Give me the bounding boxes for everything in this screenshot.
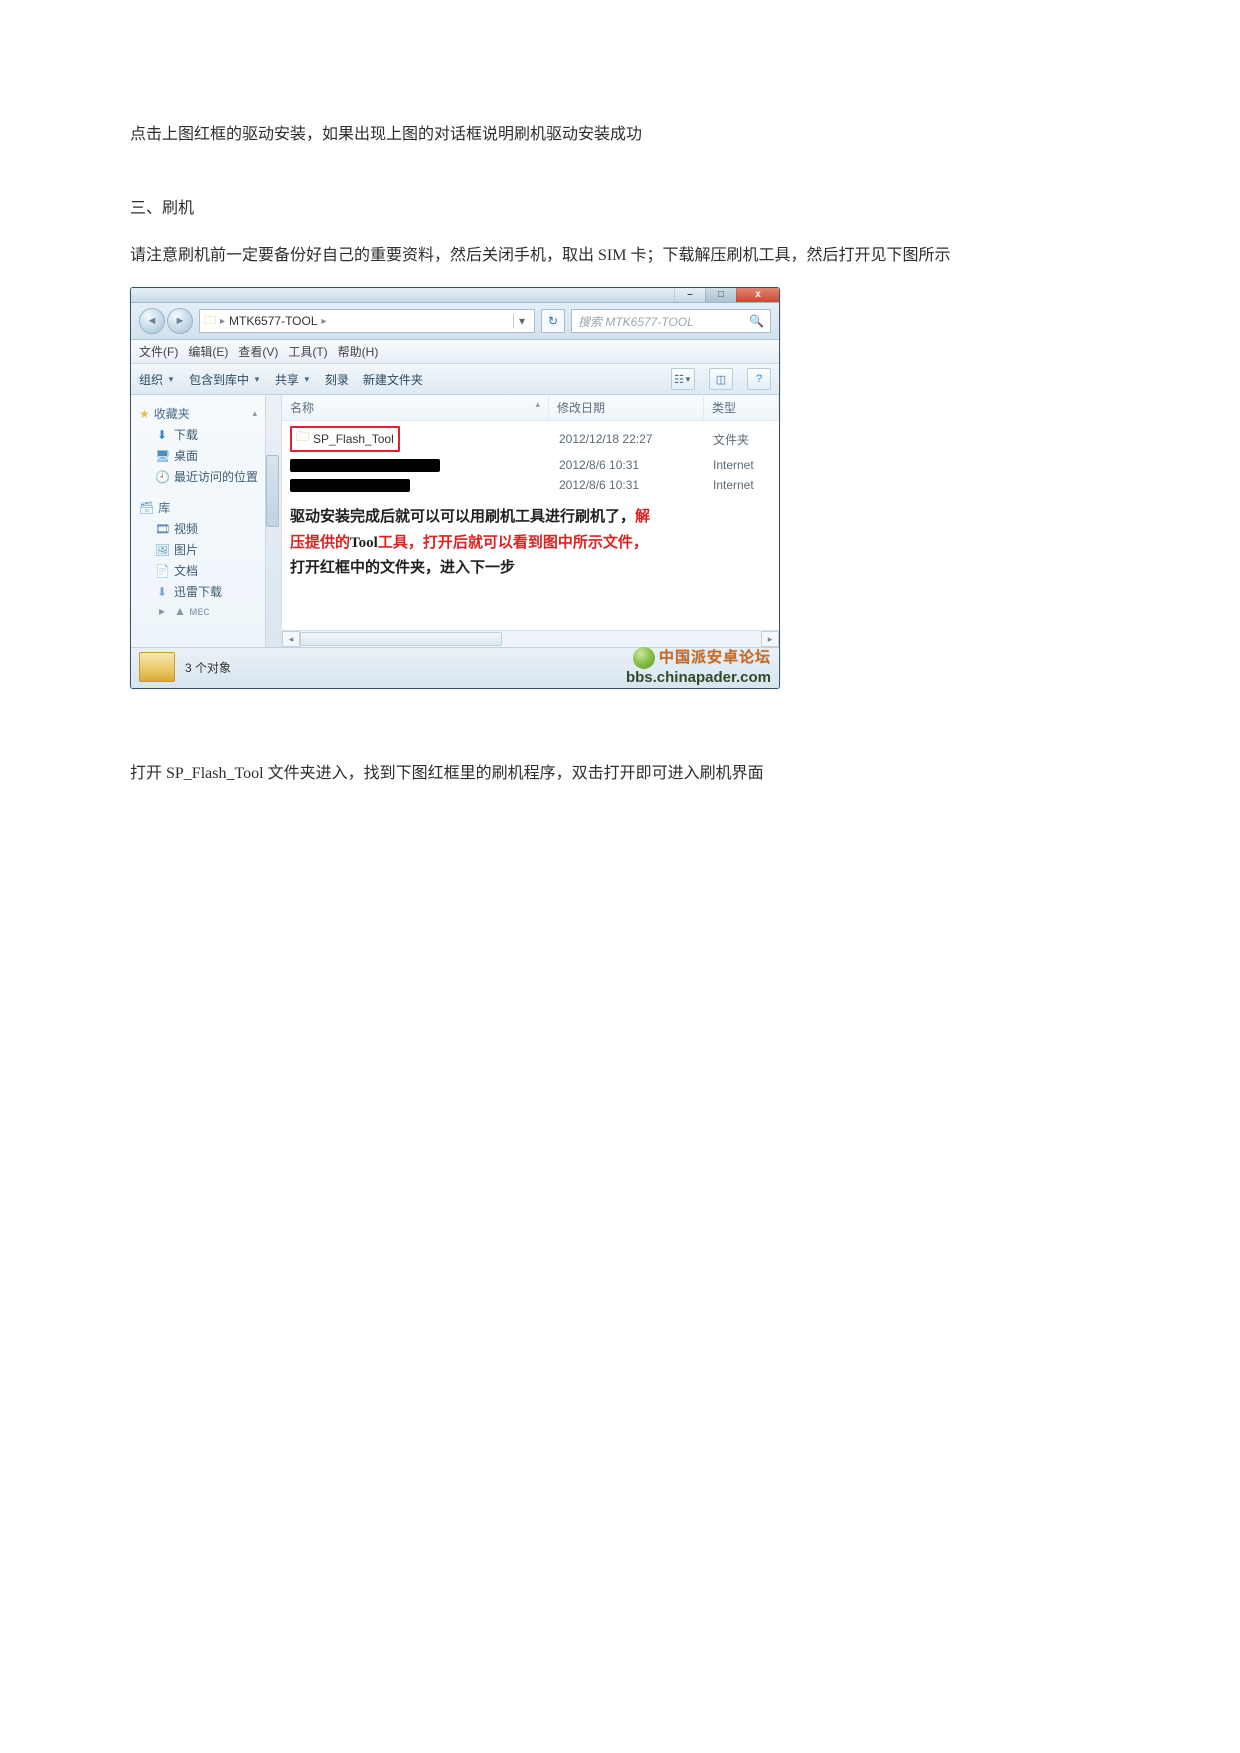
sidebar-favorites-header[interactable]: ★ 收藏夹 ▴ (139, 403, 275, 424)
status-folder-icon (139, 652, 175, 682)
sidebar-item-pictures[interactable]: 🖼 图片 (139, 539, 275, 560)
navigation-sidebar: ★ 收藏夹 ▴ ⬇ 下载 🖥 桌面 🕘 最近访问的位置 (131, 395, 282, 647)
toolbar-organize[interactable]: 组织▼ (139, 371, 175, 388)
scroll-right-icon[interactable]: ▸ (761, 631, 779, 647)
paragraph-driver-success: 点击上图红框的驱动安装，如果出现上图的对话框说明刷机驱动安装成功 (130, 120, 1110, 150)
column-type[interactable]: 类型 (704, 395, 779, 420)
generic-icon: ▸ (155, 604, 169, 618)
chevron-right-icon: ▸ (322, 316, 327, 327)
nav-forward-button[interactable]: ► (167, 308, 193, 334)
file-date: 2012/12/18 22:27 (551, 430, 705, 448)
file-name: SP_Flash_Tool (313, 432, 394, 446)
sidebar-item-recent[interactable]: 🕘 最近访问的位置 (139, 466, 275, 487)
menu-tools[interactable]: 工具(T) (288, 343, 327, 360)
overlay-annotation: 驱动安装完成后就可以可以用刷机工具进行刷机了，解 压提供的Tool工具，打开后就… (290, 505, 769, 582)
folder-icon: 🗀 (204, 311, 216, 332)
menu-file[interactable]: 文件(F) (139, 343, 178, 360)
breadcrumb-dropdown-icon[interactable]: ▾ (513, 314, 530, 328)
view-mode-button[interactable]: ☷ ▼ (671, 368, 695, 390)
file-type: 文件夹 (705, 429, 779, 450)
menu-edit[interactable]: 编辑(E) (188, 343, 228, 360)
chevron-right-icon: ▸ (220, 316, 225, 327)
file-date: 2012/8/6 10:31 (551, 476, 705, 494)
file-type: Internet (705, 456, 779, 474)
menu-help[interactable]: 帮助(H) (338, 343, 379, 360)
picture-icon: 🖼 (155, 543, 169, 557)
status-bar: 3 个对象 中国派安卓论坛 bbs.chinapader.com (131, 647, 779, 688)
search-placeholder: 搜索 MTK6577-TOOL (578, 313, 694, 330)
star-icon: ★ (139, 407, 150, 421)
section-title: 三、刷机 (130, 194, 1110, 224)
menu-bar: 文件(F) 编辑(E) 查看(V) 工具(T) 帮助(H) (131, 340, 779, 364)
toolbar-include-in-library[interactable]: 包含到库中▼ (189, 371, 261, 388)
preview-pane-button[interactable]: ◫ (709, 368, 733, 390)
horizontal-scrollbar[interactable]: ◂ ▸ (282, 630, 779, 647)
refresh-button[interactable]: ↻ (541, 309, 565, 333)
recent-icon: 🕘 (155, 470, 169, 484)
sidebar-item-videos[interactable]: 🎞 视频 (139, 518, 275, 539)
table-row[interactable]: 2012/8/6 10:31 Internet (282, 455, 779, 475)
column-headers: 名称 ▴ 修改日期 类型 (282, 395, 779, 421)
column-date[interactable]: 修改日期 (549, 395, 704, 420)
search-icon: 🔍 (749, 314, 764, 328)
breadcrumb[interactable]: 🗀 ▸ MTK6577-TOOL ▸ ▾ (199, 309, 535, 333)
search-input[interactable]: 搜索 MTK6577-TOOL 🔍 (571, 309, 771, 333)
explorer-window: – □ x ◄ ► 🗀 ▸ MTK6577-TOOL ▸ ▾ ↻ 搜索 MTK6… (130, 287, 780, 689)
highlighted-folder: 🗀 SP_Flash_Tool (290, 426, 400, 452)
scroll-left-icon[interactable]: ◂ (282, 631, 300, 647)
toolbar: 组织▼ 包含到库中▼ 共享▼ 刻录 新建文件夹 ☷ ▼ ◫ ? (131, 364, 779, 395)
table-row[interactable]: 🗀 SP_Flash_Tool 2012/12/18 22:27 文件夹 (282, 423, 779, 455)
sidebar-item-downloads[interactable]: ⬇ 下载 (139, 424, 275, 445)
breadcrumb-folder[interactable]: MTK6577-TOOL (229, 314, 317, 328)
toolbar-new-folder[interactable]: 新建文件夹 (363, 371, 423, 388)
sidebar-item-xunlei[interactable]: ⬇ 迅雷下载 (139, 581, 275, 602)
window-maximize-button[interactable]: □ (705, 287, 736, 302)
file-type: Internet (705, 476, 779, 494)
sidebar-item-desktop[interactable]: 🖥 桌面 (139, 445, 275, 466)
window-titlebar: – □ x (131, 288, 779, 303)
download-icon: ⬇ (155, 428, 169, 442)
video-icon: 🎞 (155, 522, 169, 536)
chevron-up-icon: ▴ (252, 408, 257, 419)
watermark-logo-icon (633, 647, 655, 669)
file-date: 2012/8/6 10:31 (551, 456, 705, 474)
window-close-button[interactable]: x (736, 287, 779, 302)
sidebar-libraries-header[interactable]: 🗃 库 (139, 497, 275, 518)
paragraph-open-tool: 打开 SP_Flash_Tool 文件夹进入，找到下图红框里的刷机程序，双击打开… (130, 759, 1110, 789)
toolbar-share[interactable]: 共享▼ (275, 371, 311, 388)
document-icon: 📄 (155, 564, 169, 578)
sidebar-item-documents[interactable]: 📄 文档 (139, 560, 275, 581)
redacted-name (290, 479, 410, 492)
watermark: 中国派安卓论坛 bbs.chinapader.com (626, 646, 771, 686)
folder-icon: 🗀 (296, 428, 309, 450)
redacted-name (290, 459, 440, 472)
window-minimize-button[interactable]: – (674, 287, 705, 302)
file-list-pane: 名称 ▴ 修改日期 类型 🗀 SP_Flash_Tool (282, 395, 779, 647)
sidebar-item-truncated[interactable]: ▸ ▲ ᴍᴇᴄ (139, 602, 275, 620)
xunlei-icon: ⬇ (155, 585, 169, 599)
menu-view[interactable]: 查看(V) (238, 343, 278, 360)
status-text: 3 个对象 (185, 659, 231, 676)
toolbar-burn[interactable]: 刻录 (325, 371, 349, 388)
paragraph-backup-note: 请注意刷机前一定要备份好自己的重要资料，然后关闭手机，取出 SIM 卡；下载解压… (130, 241, 1110, 271)
library-icon: 🗃 (139, 501, 154, 515)
column-name[interactable]: 名称 ▴ (282, 395, 549, 420)
sort-indicator-icon: ▴ (535, 399, 540, 410)
help-button[interactable]: ? (747, 368, 771, 390)
address-bar: ◄ ► 🗀 ▸ MTK6577-TOOL ▸ ▾ ↻ 搜索 MTK6577-TO… (131, 303, 779, 340)
nav-back-button[interactable]: ◄ (139, 308, 165, 334)
table-row[interactable]: 2012/8/6 10:31 Internet (282, 475, 779, 495)
desktop-icon: 🖥 (155, 449, 169, 463)
